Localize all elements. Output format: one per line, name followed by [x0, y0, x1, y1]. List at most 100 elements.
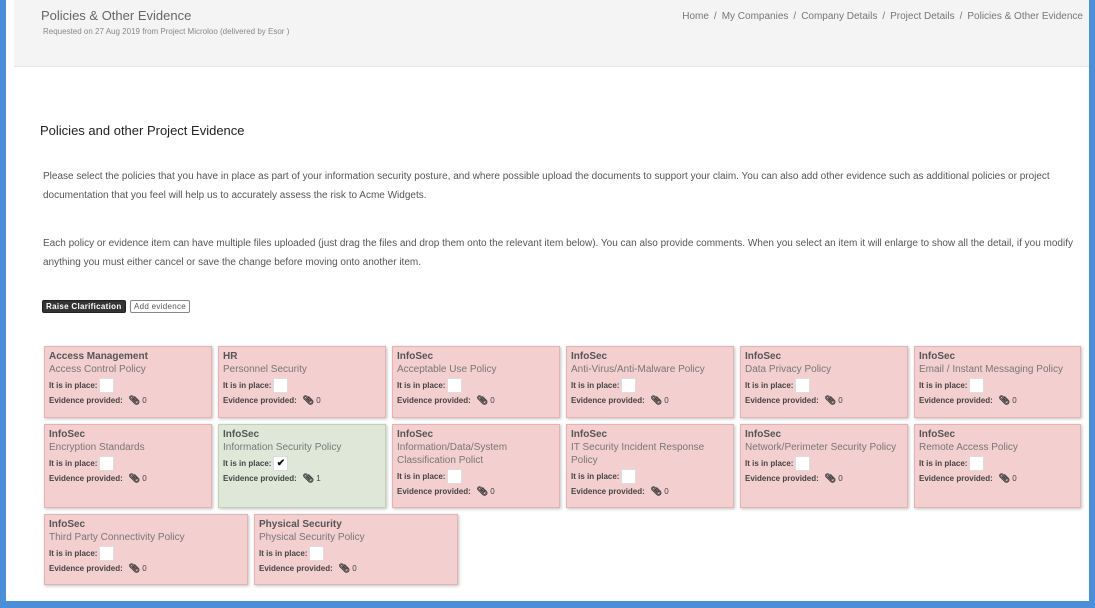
policy-card[interactable]: InfoSec Network/Perimeter Security Polic…	[740, 424, 908, 508]
breadcrumb-home[interactable]: Home	[682, 11, 709, 22]
evidence-count: 0	[352, 564, 357, 573]
in-place-label: It is in place:	[571, 380, 620, 390]
evidence-label: Evidence provided:	[223, 474, 297, 483]
evidence-count: 0	[1012, 396, 1017, 405]
evidence-label: Evidence provided:	[397, 396, 471, 405]
in-place-label: It is in place:	[571, 471, 620, 481]
in-place-checkbox[interactable]	[621, 468, 637, 484]
in-place-checkbox[interactable]	[447, 468, 463, 484]
breadcrumb-current: Policies & Other Evidence	[967, 11, 1083, 22]
in-place-checkbox[interactable]	[99, 545, 115, 561]
breadcrumb-my-companies[interactable]: My Companies	[722, 11, 789, 22]
evidence-count: 0	[838, 396, 843, 405]
evidence-count: 0	[142, 474, 147, 483]
page-subtitle: Requested on 27 Aug 2019 from Project Mi…	[43, 27, 290, 36]
card-policy-name: Personnel Security	[223, 364, 307, 375]
in-place-label: It is in place:	[49, 458, 98, 468]
in-place-checkbox[interactable]	[99, 455, 115, 471]
policy-card[interactable]: InfoSec Email / Instant Messaging Policy…	[914, 346, 1081, 418]
raise-clarification-button[interactable]: Raise Clarification	[42, 300, 126, 313]
evidence-row: Evidence provided: 📎︎ 1	[223, 473, 381, 484]
in-place-checkbox[interactable]	[447, 377, 463, 393]
paperclip-icon: 📎︎	[128, 473, 141, 483]
evidence-row: Evidence provided: 📎︎ 0	[397, 395, 555, 406]
in-place-checkbox[interactable]	[795, 377, 811, 393]
evidence-count: 0	[664, 487, 669, 496]
policy-card[interactable]: InfoSec IT Security Incident Response Po…	[566, 424, 734, 508]
in-place-checkbox[interactable]	[969, 377, 985, 393]
breadcrumb-separator: /	[713, 11, 717, 22]
in-place-checkbox[interactable]	[273, 377, 289, 393]
policy-card[interactable]: Access Management Access Control Policy …	[44, 346, 212, 418]
card-category: InfoSec	[571, 351, 608, 362]
evidence-label: Evidence provided:	[259, 564, 333, 573]
in-place-checkbox[interactable]: ✔	[273, 455, 289, 471]
card-policy-name: IT Security Incident Response Policy	[571, 442, 705, 466]
in-place-checkbox[interactable]	[621, 377, 637, 393]
breadcrumb-project-details[interactable]: Project Details	[890, 11, 954, 22]
paperclip-icon: 📎︎	[650, 486, 663, 496]
app-window: Policies & Other Evidence Requested on 2…	[6, 0, 1089, 601]
breadcrumb-company-details[interactable]: Company Details	[801, 11, 877, 22]
in-place-row: It is in place:	[571, 377, 729, 393]
policy-card[interactable]: InfoSec Anti-Virus/Anti-Malware Policy I…	[566, 346, 734, 418]
card-policy-name: Information/Data/System Classification P…	[397, 442, 508, 466]
in-place-label: It is in place:	[397, 471, 446, 481]
in-place-row: It is in place:	[223, 377, 381, 393]
evidence-label: Evidence provided:	[745, 474, 819, 483]
breadcrumb-separator: /	[793, 11, 797, 22]
card-policy-name: Physical Security Policy	[259, 532, 365, 543]
policy-card[interactable]: InfoSec Encryption Standards It is in pl…	[44, 424, 212, 508]
in-place-checkbox[interactable]	[969, 455, 985, 471]
in-place-row: It is in place:	[49, 377, 207, 393]
card-category: InfoSec	[397, 429, 434, 440]
in-place-row: It is in place:	[745, 377, 903, 393]
policy-card[interactable]: Physical Security Physical Security Poli…	[254, 514, 458, 585]
evidence-row: Evidence provided: 📎︎ 0	[49, 473, 207, 484]
policy-card[interactable]: InfoSec Third Party Connectivity Policy …	[44, 514, 248, 585]
in-place-label: It is in place:	[745, 458, 794, 468]
in-place-label: It is in place:	[223, 458, 272, 468]
evidence-row: Evidence provided: 📎︎ 0	[571, 395, 729, 406]
paperclip-icon: 📎︎	[128, 563, 141, 573]
in-place-row: It is in place:	[259, 545, 453, 561]
policy-card[interactable]: InfoSec Remote Access Policy It is in pl…	[914, 424, 1081, 508]
evidence-label: Evidence provided:	[49, 564, 123, 573]
evidence-count: 0	[490, 487, 495, 496]
evidence-label: Evidence provided:	[919, 396, 993, 405]
policy-card[interactable]: InfoSec Information Security Policy It i…	[218, 424, 386, 508]
paperclip-icon: 📎︎	[998, 395, 1011, 405]
in-place-checkbox[interactable]	[795, 455, 811, 471]
in-place-checkbox[interactable]	[99, 377, 115, 393]
evidence-count: 0	[490, 396, 495, 405]
evidence-label: Evidence provided:	[571, 396, 645, 405]
card-category: InfoSec	[919, 429, 956, 440]
evidence-row: Evidence provided: 📎︎ 0	[745, 473, 903, 484]
card-category: Physical Security	[259, 519, 342, 530]
card-category: InfoSec	[49, 519, 86, 530]
policy-card[interactable]: InfoSec Data Privacy Policy It is in pla…	[740, 346, 908, 418]
policy-card[interactable]: InfoSec Information/Data/System Classifi…	[392, 424, 560, 508]
evidence-row: Evidence provided: 📎︎ 0	[919, 395, 1076, 406]
card-policy-name: Email / Instant Messaging Policy	[919, 364, 1063, 375]
evidence-count: 1	[316, 474, 321, 483]
in-place-label: It is in place:	[919, 458, 968, 468]
card-policy-name: Third Party Connectivity Policy	[49, 532, 185, 543]
add-evidence-button[interactable]: Add evidence	[129, 300, 191, 313]
policy-card[interactable]: HR Personnel Security It is in place: Ev…	[218, 346, 386, 418]
in-place-label: It is in place:	[745, 380, 794, 390]
evidence-row: Evidence provided: 📎︎ 0	[259, 563, 453, 574]
in-place-checkbox[interactable]	[309, 545, 325, 561]
evidence-row: Evidence provided: 📎︎ 0	[49, 395, 207, 406]
instructions-paragraph-1: Please select the policies that you have…	[43, 171, 1050, 201]
paperclip-icon: 📎︎	[302, 473, 315, 483]
card-category: InfoSec	[49, 429, 86, 440]
paperclip-icon: 📎︎	[824, 395, 837, 405]
evidence-count: 0	[316, 396, 321, 405]
card-category: HR	[223, 351, 238, 362]
paperclip-icon: 📎︎	[476, 395, 489, 405]
policy-card[interactable]: InfoSec Acceptable Use Policy It is in p…	[392, 346, 560, 418]
in-place-row: It is in place:	[919, 455, 1076, 471]
instructions-paragraph-2: Each policy or evidence item can have mu…	[43, 238, 1073, 268]
card-category: InfoSec	[397, 351, 434, 362]
